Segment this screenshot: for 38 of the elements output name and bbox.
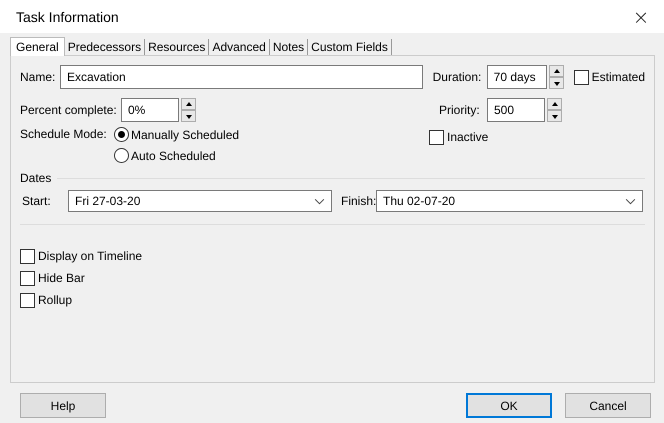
estimated-label: Estimated bbox=[592, 70, 645, 84]
start-label: Start: bbox=[22, 194, 52, 208]
close-button[interactable]: × bbox=[618, 0, 664, 33]
percent-complete-label: Percent complete: bbox=[20, 103, 118, 117]
percent-spinner[interactable] bbox=[181, 98, 196, 122]
checkbox[interactable] bbox=[20, 270, 35, 286]
checkbox-label: Display on Timeline bbox=[38, 249, 142, 263]
radio-label: Manually Scheduled bbox=[131, 128, 240, 142]
chevron-down-icon bbox=[314, 198, 325, 204]
duration-spinner[interactable] bbox=[548, 65, 564, 89]
priority-label: Priority: bbox=[439, 103, 481, 117]
name-label: Name: bbox=[20, 70, 56, 84]
checkbox-label: Hide Bar bbox=[38, 271, 85, 285]
help-button[interactable]: Help bbox=[20, 393, 106, 418]
checkbox-label: Rollup bbox=[38, 293, 72, 307]
dates-heading: Dates bbox=[20, 171, 52, 185]
chevron-down-icon bbox=[625, 198, 636, 204]
window-title: Task Information bbox=[16, 8, 119, 24]
duration-label: Duration: bbox=[432, 70, 482, 84]
finish-label: Finish: bbox=[341, 194, 376, 208]
priority-spinner[interactable] bbox=[547, 98, 562, 122]
ok-button[interactable]: OK bbox=[466, 393, 552, 418]
radio-button[interactable] bbox=[114, 127, 129, 142]
schedule-mode-label: Schedule Mode: bbox=[20, 127, 108, 141]
radio-button[interactable] bbox=[114, 148, 129, 163]
inactive-label: Inactive bbox=[447, 130, 488, 144]
percent-complete-field[interactable]: 0% bbox=[121, 98, 179, 122]
radio-label: Auto Scheduled bbox=[131, 148, 216, 162]
estimated-checkbox[interactable] bbox=[574, 70, 589, 84]
priority-field[interactable]: 500 bbox=[487, 98, 545, 122]
finish-date-dropdown[interactable]: Thu 02-07-20 bbox=[376, 190, 643, 212]
tab[interactable]: General bbox=[10, 37, 65, 56]
cancel-button[interactable]: Cancel bbox=[565, 393, 651, 418]
name-field[interactable]: Excavation bbox=[60, 65, 423, 89]
checkbox[interactable] bbox=[20, 292, 35, 308]
checkbox[interactable] bbox=[20, 248, 35, 264]
duration-field[interactable]: 70 days bbox=[486, 65, 547, 89]
start-date-dropdown[interactable]: Fri 27-03-20 bbox=[68, 190, 332, 212]
